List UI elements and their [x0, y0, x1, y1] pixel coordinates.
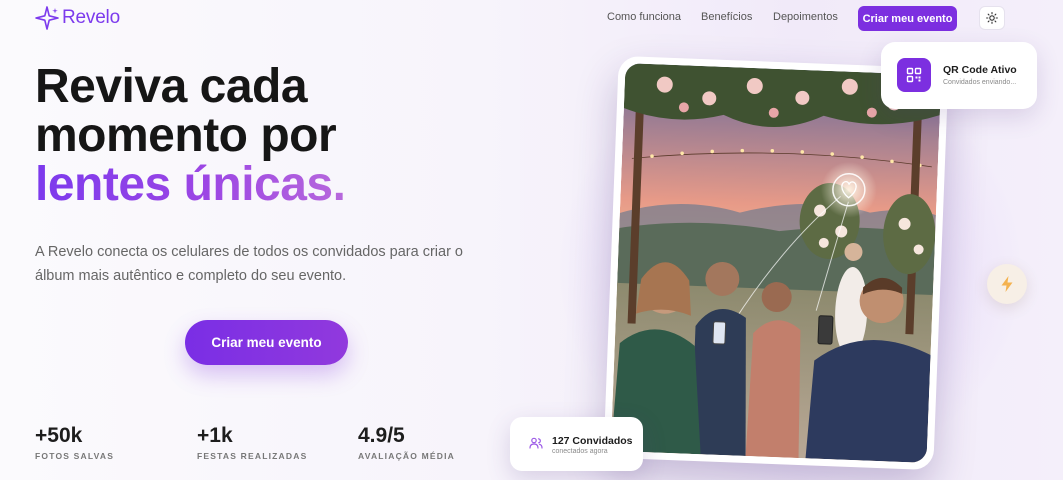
hero-create-event-button[interactable]: Criar meu evento: [185, 320, 348, 365]
stat-rating: 4.9/5 AVALIAÇÃO MÉDIA: [358, 424, 455, 461]
wedding-photo: [610, 63, 942, 463]
stat-label: FOTOS SALVAS: [35, 451, 115, 461]
stat-parties: +1k FESTAS REALIZADAS: [197, 424, 307, 461]
sun-icon: [986, 12, 998, 24]
qr-code-status-card: QR Code Ativo Convidados enviando...: [881, 42, 1037, 109]
stat-label: FESTAS REALIZADAS: [197, 451, 308, 461]
brand-name: Revelo: [62, 7, 120, 28]
qr-card-title: QR Code Ativo: [943, 64, 1017, 76]
headline-accent: lentes únicas.: [35, 158, 346, 211]
sparkle-logo-icon: [35, 6, 59, 30]
qr-code-icon: [897, 58, 931, 92]
stat-value: +50k: [35, 424, 83, 447]
lightning-button[interactable]: [987, 264, 1027, 304]
nav-create-event-button[interactable]: Criar meu evento: [858, 6, 957, 31]
qr-card-subtitle: Convidados enviando...: [943, 79, 1017, 86]
nav-link-como-funciona[interactable]: Como funciona: [607, 11, 681, 23]
stat-photos: +50k FOTOS SALVAS: [35, 424, 114, 461]
logo[interactable]: Revelo: [34, 5, 120, 31]
top-navbar: Revelo Como funciona Benefícios Depoimen…: [0, 0, 1063, 38]
theme-toggle-button[interactable]: [979, 6, 1005, 30]
users-icon: [529, 437, 543, 449]
hero-headline: Reviva cada momento por lentes únicas.: [35, 60, 346, 211]
nav-link-beneficios[interactable]: Benefícios: [701, 11, 752, 23]
stat-label: AVALIAÇÃO MÉDIA: [358, 451, 456, 461]
stat-value: 4.9/5: [358, 424, 405, 447]
lightning-icon: [1001, 276, 1013, 292]
hero-photo-card: [603, 55, 949, 471]
guests-subtitle: conectados agora: [552, 448, 608, 455]
guests-count: 127 Convidados: [552, 435, 633, 447]
stat-value: +1k: [197, 424, 233, 447]
headline-line-2: momento por: [35, 109, 337, 162]
connected-guests-card: 127 Convidados conectados agora: [510, 417, 643, 471]
hero-subtitle: A Revelo conecta os celulares de todos o…: [35, 244, 463, 284]
nav-link-depoimentos[interactable]: Depoimentos: [773, 11, 838, 23]
headline-line-1: Reviva cada: [35, 60, 308, 113]
